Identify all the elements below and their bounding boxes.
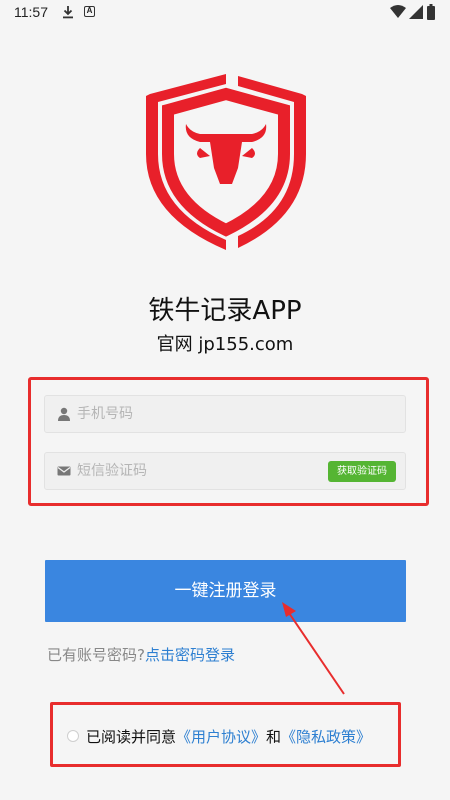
user-icon (58, 407, 70, 421)
privacy-policy-link[interactable]: 《隐私政策》 (281, 728, 371, 746)
password-login-row: 已有账号密码?点击密码登录 (47, 644, 235, 665)
bull-shield-logo (146, 74, 306, 250)
wifi-icon (390, 5, 406, 18)
register-login-button[interactable]: 一键注册登录 (45, 560, 406, 622)
download-icon (63, 6, 73, 19)
sms-code-input[interactable] (77, 453, 327, 489)
phone-input[interactable] (77, 396, 327, 432)
get-code-button[interactable]: 获取验证码 (328, 461, 396, 482)
app-title: 铁牛记录APP (148, 296, 302, 326)
password-login-link[interactable]: 点击密码登录 (145, 646, 235, 664)
status-bar: 11:57 A (0, 0, 450, 26)
agreement-conjunction: 和 (266, 728, 282, 746)
sms-code-field[interactable]: 获取验证码 (44, 452, 406, 490)
user-agreement-link[interactable]: 《用户协议》 (176, 728, 266, 746)
agree-checkbox[interactable] (67, 730, 79, 742)
agreement-row: 已阅读并同意《用户协议》和《隐私政策》 (86, 726, 371, 747)
battery-icon (427, 4, 435, 20)
mail-icon (57, 466, 71, 476)
website-text: 官网 jp155.com (156, 334, 294, 355)
signal-icon (409, 5, 423, 19)
phone-field[interactable] (44, 395, 406, 433)
notification-a-icon: A (84, 6, 95, 17)
status-time: 11:57 (14, 4, 48, 20)
password-login-prompt: 已有账号密码? (47, 646, 145, 664)
agreement-prefix: 已阅读并同意 (86, 728, 177, 746)
